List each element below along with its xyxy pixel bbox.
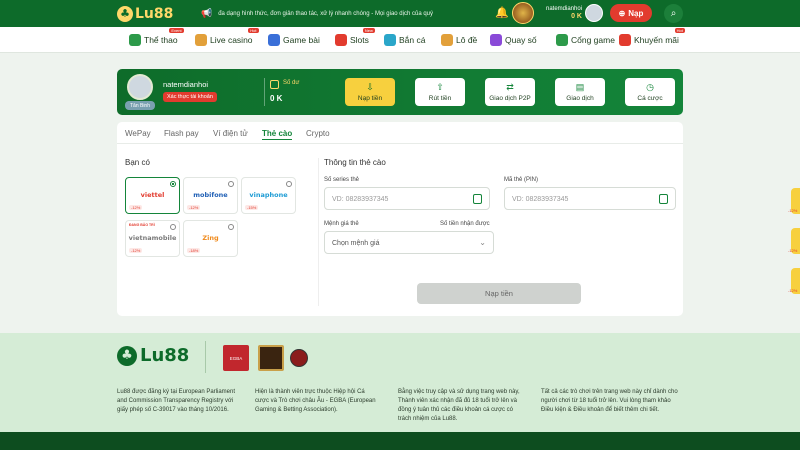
nav-category-icon	[441, 34, 453, 46]
exchange-icon: ⇄	[506, 82, 514, 92]
side-fee: -12%	[788, 248, 798, 253]
club-icon: ♣	[117, 5, 133, 22]
header-avatar[interactable]	[585, 4, 603, 22]
provider-section-title: Bạn có	[125, 158, 150, 167]
tab-4[interactable]: Crypto	[306, 129, 330, 138]
side-fee: -12%	[788, 288, 798, 293]
footer-text-1: Lu88 được đăng ký tại European Parliamen…	[117, 389, 236, 413]
site-logo[interactable]: ♣ Lu88	[117, 4, 173, 23]
treasure-chest-icon[interactable]	[512, 2, 534, 24]
account-panel: Tân Binh natemdianhoi Xác thực tài khoản…	[117, 69, 683, 115]
balance-icon	[270, 80, 279, 89]
receive-amount-label: Số tiền nhận được	[440, 221, 490, 227]
nav-item-0[interactable]: Thể thao Event	[129, 28, 184, 47]
divider	[264, 78, 265, 106]
chevron-down-icon: ⌄	[479, 238, 486, 247]
provider-card-4[interactable]: Zing -18%	[183, 220, 238, 257]
header-deposit-button[interactable]: ⊕ Nạp	[610, 4, 652, 22]
account-action-1[interactable]: ⇧ Rút tiền	[415, 78, 465, 106]
serial-label: Số series thẻ	[324, 177, 360, 183]
account-username: natemdianhoi	[163, 80, 209, 89]
account-action-2[interactable]: ⇄ Giao dịch P2P	[485, 78, 535, 106]
radio-icon[interactable]	[228, 224, 234, 230]
footer-text-3: Bằng việc truy cập và sử dụng trang web …	[398, 389, 520, 422]
denomination-select[interactable]: Chọn mệnh giá ⌄	[324, 231, 494, 254]
tab-1[interactable]: Flash pay	[164, 129, 199, 138]
submit-deposit-button[interactable]: Nạp tiền	[417, 283, 581, 304]
nav-badge: Event	[169, 28, 184, 33]
transactions-icon: ▤	[575, 82, 585, 92]
account-avatar	[127, 74, 153, 100]
wallet-out-icon: ⇧	[436, 82, 444, 92]
footer-text-2: Hiện là thành viên trực thuộc Hiệp hội C…	[255, 389, 376, 413]
nav-category-icon	[490, 34, 502, 46]
top-header: ♣ Lu88 📢 đa dạng hình thức, đơn giản thao…	[0, 0, 800, 27]
nav-category-icon	[195, 34, 207, 46]
announcement-marquee: 📢 đa dạng hình thức, đơn giản thao tác, …	[201, 8, 433, 18]
nav-item-4[interactable]: Bắn cá	[384, 33, 425, 47]
nav-category-icon	[384, 34, 396, 46]
clock-icon: ◷	[646, 82, 654, 92]
pin-label: Mã thẻ (PIN)	[504, 177, 539, 183]
nav-item-8[interactable]: Khuyến mãi Hot	[619, 28, 685, 47]
nav-badge: Hot	[674, 28, 685, 33]
account-action-4[interactable]: ◷ Cá cược	[625, 78, 675, 106]
wallet-in-icon: ⇩	[366, 82, 374, 92]
divider	[318, 158, 319, 306]
nav-badge: Hot	[248, 28, 259, 33]
rank-badge: Tân Binh	[125, 101, 155, 110]
nav-item-2[interactable]: Game bài	[268, 33, 320, 47]
account-action-0[interactable]: ⇩ Nạp tiền	[345, 78, 395, 106]
egba-logo: EGBA	[223, 345, 249, 371]
deposit-panel: WePay Flash pay Ví điện tử Thẻ cào Crypto Bạ…	[117, 122, 683, 316]
nav-category-icon	[619, 34, 631, 46]
megaphone-icon: 📢	[201, 8, 213, 18]
provider-card-3[interactable]: vietnamobile -12% ĐANG BẢO TRÌ	[125, 220, 180, 257]
provider-card-2[interactable]: vinaphone -15%	[241, 177, 296, 214]
nav-item-3[interactable]: Slots New	[335, 28, 375, 47]
main-nav: Thể thao Event Live casino Hot Game bài Slots…	[0, 27, 800, 53]
wallet-icon: ⊕	[618, 8, 626, 18]
account-action-3[interactable]: ▤ Giao dịch	[555, 78, 605, 106]
club-icon: ♣	[117, 345, 137, 366]
balance-label: Số dư	[283, 80, 300, 86]
footer-bottom-strip	[0, 432, 800, 450]
nav-item-5[interactable]: Lô đề	[441, 33, 477, 47]
tab-2[interactable]: Ví điện tử	[213, 129, 248, 138]
radio-icon[interactable]	[228, 181, 234, 187]
nav-category-icon	[335, 34, 347, 46]
search-icon[interactable]: ⌕	[664, 4, 683, 23]
nav-badge: New	[362, 28, 375, 33]
radio-icon[interactable]	[286, 181, 292, 187]
pin-input[interactable]: VD: 08283937345	[504, 187, 676, 210]
footer-logo[interactable]: ♣ Lu88	[117, 345, 189, 366]
nav-category-icon	[129, 34, 141, 46]
radio-icon[interactable]	[170, 181, 176, 187]
form-title: Thông tin thẻ cào	[324, 158, 386, 167]
provider-card-0[interactable]: viettel -12%	[125, 177, 180, 214]
nav-category-icon	[556, 34, 568, 46]
divider	[205, 341, 206, 373]
footer-text-4: Tất cả các trò chơi trên trang web này c…	[541, 389, 678, 413]
tab-0[interactable]: WePay	[125, 129, 151, 138]
nav-item-1[interactable]: Live casino Hot	[195, 28, 259, 47]
serial-input[interactable]: VD: 08283937345	[324, 187, 490, 210]
crest-icon	[286, 345, 312, 371]
nav-item-7[interactable]: Cổng game	[556, 33, 615, 47]
provider-card-1[interactable]: mobifone -12%	[183, 177, 238, 214]
license-seal-icon	[258, 345, 284, 371]
denomination-label: Mệnh giá thẻ	[324, 221, 359, 227]
payment-method-tabs: WePay Flash pay Ví điện tử Thẻ cào Crypto	[117, 122, 683, 144]
header-user-info[interactable]: natemdianhoi 0 K	[546, 5, 582, 21]
paste-icon[interactable]	[473, 194, 482, 204]
balance-value: 0 K	[270, 94, 283, 103]
radio-icon[interactable]	[170, 224, 176, 230]
side-fee: -12%	[788, 208, 798, 213]
tab-3[interactable]: Thẻ cào	[262, 129, 293, 140]
nav-item-6[interactable]: Quay số	[490, 33, 537, 47]
verify-account-button[interactable]: Xác thực tài khoản	[163, 92, 217, 102]
nav-category-icon	[268, 34, 280, 46]
bell-icon[interactable]: 🔔	[495, 6, 509, 19]
paste-icon[interactable]	[659, 194, 668, 204]
